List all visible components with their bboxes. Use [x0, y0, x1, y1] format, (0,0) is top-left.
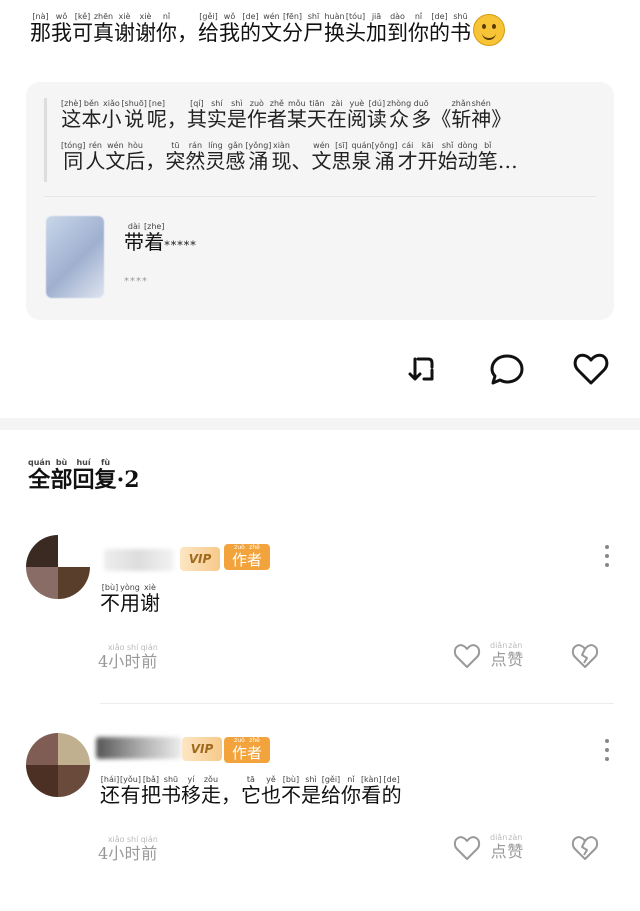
comment-bubble-icon[interactable]	[488, 350, 526, 388]
smiling-face-emoji-icon	[473, 14, 505, 46]
comment-text: 不[bù]用yòng谢xiè	[100, 583, 160, 615]
heart-outline-icon[interactable]	[572, 350, 610, 388]
replies-heading-label: 全quán部bù回huí复fù	[28, 458, 117, 493]
like-label[interactable]: 点diǎn赞zàn	[490, 641, 523, 677]
book-title[interactable]: 带dài着[zhe]*****	[124, 222, 197, 266]
more-options-icon[interactable]	[600, 545, 614, 571]
quoted-book-card[interactable]: 这[zhè]本běn小xiǎo说[shuō]呢[ne]，其[qí]实shí是sh…	[26, 82, 614, 320]
replies-count: ·2	[116, 467, 140, 493]
quote-excerpt: 这[zhè]本běn小xiǎo说[shuō]呢[ne]，其[qí]实shí是sh…	[44, 98, 621, 182]
author-badge: 作zuò者zhě	[224, 737, 270, 763]
broken-heart-icon[interactable]	[570, 641, 600, 671]
avatar[interactable]	[26, 535, 90, 599]
like-label[interactable]: 点diǎn赞zàn	[490, 833, 523, 869]
like-heart-icon[interactable]	[452, 833, 482, 863]
comment-time: 4小xiǎo时shí前qián	[98, 643, 158, 671]
vip-badge: VIP	[180, 547, 220, 571]
repost-icon[interactable]	[402, 350, 440, 388]
section-divider	[0, 418, 640, 430]
vip-badge: VIP	[182, 737, 222, 761]
quote-line-1: 这[zhè]本běn小xiǎo说[shuō]呢[ne]，其[qí]实shí是sh…	[61, 99, 512, 131]
avatar[interactable]	[26, 733, 90, 797]
post-text: 那[nà]我wǒ可[kě]真zhēn谢xiè谢xiè你nǐ，给[gěi]我wǒ的…	[30, 12, 620, 53]
book-cover-image[interactable]	[46, 216, 104, 298]
book-title-text: 带dài着[zhe]	[124, 222, 165, 254]
replies-heading: 全quán部bù回huí复fù·2	[28, 458, 140, 502]
card-divider	[44, 196, 596, 197]
comment-separator	[100, 703, 614, 704]
like-heart-icon[interactable]	[452, 641, 482, 671]
book-subtitle: ****	[124, 276, 148, 287]
broken-heart-icon[interactable]	[570, 833, 600, 863]
quote-line-2: 同[tóng]人rén文wén后hòu，突tū然rán灵líng感gǎn涌[yǒ…	[61, 141, 518, 173]
comment-time: 4小xiǎo时shí前qián	[98, 835, 158, 863]
comment-text: 还[hái]有[yǒu]把[bǎ]书shū移yí走zǒu，它tā也yě不[bù]…	[100, 775, 402, 807]
post-text-body: 那[nà]我wǒ可[kě]真zhēn谢xiè谢xiè你nǐ，给[gěi]我wǒ的…	[30, 12, 471, 45]
username-blurred[interactable]	[104, 549, 174, 571]
username-blurred[interactable]	[96, 737, 182, 759]
book-title-stars: *****	[164, 239, 197, 252]
more-options-icon[interactable]	[600, 739, 614, 765]
author-badge: 作zuò者zhě	[224, 544, 270, 570]
